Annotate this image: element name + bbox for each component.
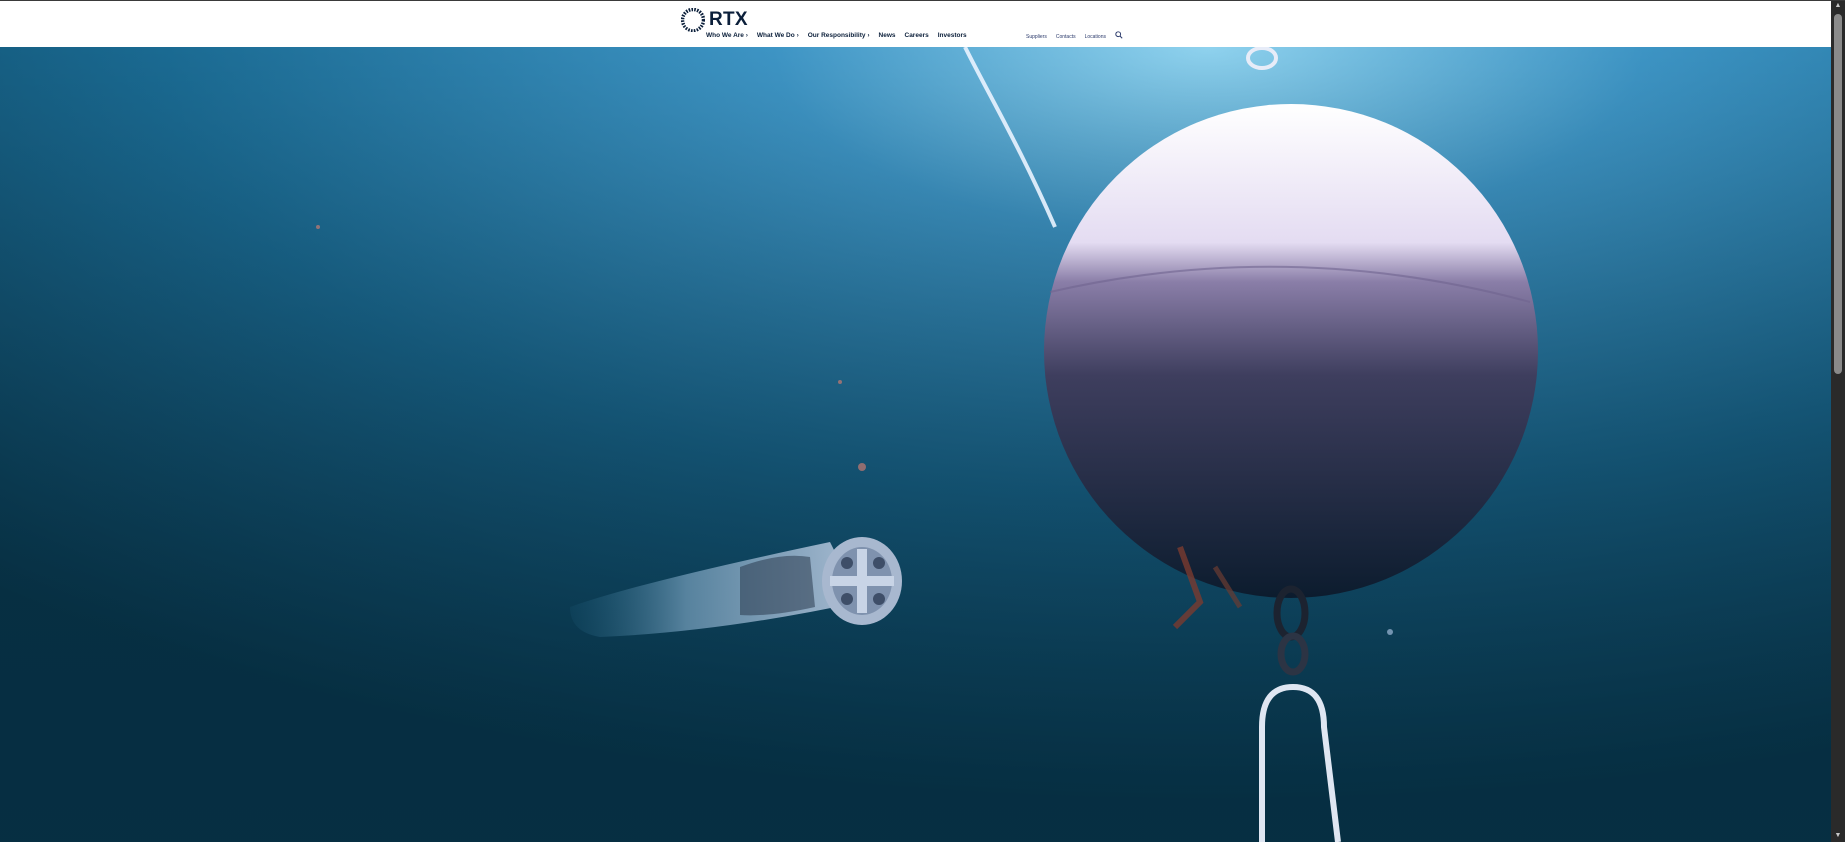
nav-careers[interactable]: Careers (905, 32, 929, 39)
nav-label: News (878, 32, 896, 39)
chevron-right-icon: › (796, 32, 799, 39)
chevron-right-icon: › (867, 32, 870, 39)
rtx-logo[interactable]: RTX (681, 7, 748, 33)
rtx-logo-icon (681, 8, 705, 32)
nav-label: Our Responsibility (807, 32, 866, 39)
hero-video-background (0, 47, 1831, 842)
nav-what-we-do[interactable]: What We Do › (757, 32, 799, 39)
underwater-scene (0, 47, 1831, 842)
chevron-right-icon: › (745, 32, 748, 39)
scroll-up-arrow-icon[interactable]: ▲ (1831, 0, 1845, 12)
nav-label: Investors (937, 32, 967, 39)
util-locations[interactable]: Locations (1085, 34, 1106, 40)
scroll-thumb[interactable] (1834, 14, 1842, 374)
nav-label: Careers (904, 32, 929, 39)
nav-label: Who We Are (706, 32, 744, 39)
vertical-scrollbar[interactable]: ▲ ▼ (1831, 0, 1845, 842)
scroll-down-arrow-icon[interactable]: ▼ (1831, 830, 1845, 842)
nav-our-responsibility[interactable]: Our Responsibility › (808, 32, 870, 39)
nav-label: What We Do (756, 32, 795, 39)
window-top-border (0, 0, 1845, 1)
main-navigation: Who We Are › What We Do › Our Responsibi… (706, 32, 967, 39)
nav-investors[interactable]: Investors (938, 32, 967, 39)
nav-news[interactable]: News (879, 32, 896, 39)
util-contacts[interactable]: Contacts (1056, 34, 1076, 40)
logo-wordmark: RTX (709, 9, 748, 30)
search-icon[interactable] (1115, 31, 1123, 39)
util-suppliers[interactable]: Suppliers (1026, 34, 1047, 40)
browser-viewport: RTX Who We Are › What We Do › Our Respon… (0, 0, 1831, 842)
site-header: RTX Who We Are › What We Do › Our Respon… (0, 1, 1831, 47)
nav-who-we-are[interactable]: Who We Are › (706, 32, 748, 39)
utility-navigation: Suppliers Contacts Locations (1026, 31, 1123, 41)
